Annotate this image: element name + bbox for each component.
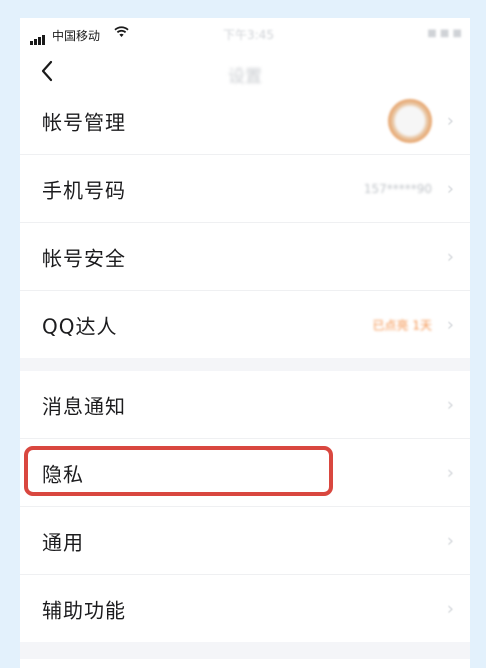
settings-group-general: 消息通知 › 隐私 › 通用 › 辅助功能 › — [20, 371, 470, 642]
settings-row-account-management[interactable]: 帐号管理 › — [20, 87, 470, 155]
settings-row-label: 辅助功能 — [42, 598, 126, 622]
chevron-right-icon: › — [446, 530, 454, 551]
battery-indicator: ■ ■ ■ — [427, 28, 462, 39]
chevron-right-icon: › — [446, 178, 454, 199]
settings-row-account-security[interactable]: 帐号安全 › — [20, 223, 470, 291]
settings-row-label: 手机号码 — [42, 178, 126, 202]
settings-row-notifications[interactable]: 消息通知 › — [20, 371, 470, 439]
chevron-right-icon: › — [446, 246, 454, 267]
wifi-icon — [114, 26, 129, 42]
qq-master-badge: 已点亮 1天 — [372, 318, 432, 332]
signal-icon — [30, 31, 46, 45]
page-title: 设置 — [228, 67, 262, 87]
chevron-right-icon: › — [446, 462, 454, 483]
status-time: 下午3:45 — [223, 28, 274, 42]
settings-row-phone-number[interactable]: 手机号码 157*****90 › — [20, 155, 470, 223]
phone-number-value: 157*****90 — [363, 181, 432, 196]
settings-row-label: 帐号管理 — [42, 110, 126, 134]
chevron-right-icon: › — [446, 110, 454, 131]
settings-row-label: QQ达人 — [42, 314, 118, 338]
settings-group-partial — [20, 659, 470, 668]
settings-row-label: 消息通知 — [42, 394, 126, 418]
settings-row-accessibility[interactable]: 辅助功能 › — [20, 575, 470, 642]
carrier-label: 中国移动 — [52, 29, 101, 43]
chevron-right-icon: › — [446, 394, 454, 415]
avatar — [388, 98, 432, 143]
status-bar: 中国移动 下午3:45 ■ ■ ■ — [20, 18, 470, 52]
chevron-right-icon: › — [446, 598, 454, 619]
settings-group-account: 帐号管理 › 手机号码 157*****90 › 帐号安全 › QQ达人 已点亮… — [20, 87, 470, 358]
settings-row-general[interactable]: 通用 › — [20, 507, 470, 575]
settings-row-label: 通用 — [42, 530, 84, 554]
settings-row-label: 帐号安全 — [42, 246, 126, 270]
chevron-right-icon: › — [446, 314, 454, 335]
settings-row-qq-master[interactable]: QQ达人 已点亮 1天 › — [20, 291, 470, 358]
phone-screen: 中国移动 下午3:45 ■ ■ ■ 设置 帐号管理 › 手机号码 157****… — [20, 18, 470, 668]
privacy-highlight-box — [24, 446, 333, 496]
